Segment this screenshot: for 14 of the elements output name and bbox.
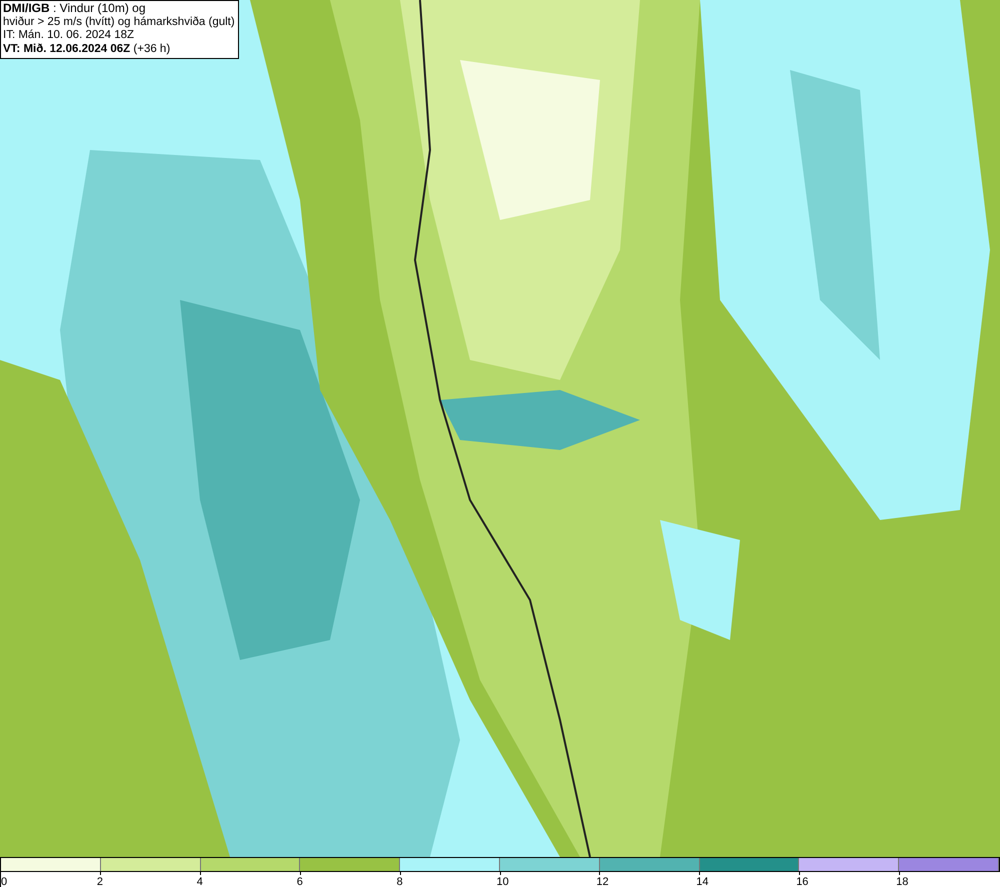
scale-label: 2: [96, 877, 104, 887]
scale-label: 10: [496, 877, 509, 887]
scale-label: 16: [796, 877, 808, 887]
title-line: DMI/IGB : Vindur (10m) og: [3, 2, 146, 16]
title-line: VT: Mið. 12.06.2024 06Z (+36 h): [3, 42, 172, 56]
title-line: hviður > 25 m/s (hvítt) og hámarkshviða (gult): [3, 16, 235, 29]
scale-label: 6: [296, 877, 303, 887]
scale-label: 18: [896, 877, 908, 887]
scale-label: 0: [1, 877, 8, 887]
scale-label: 14: [696, 877, 709, 887]
title-line: IT: Mán. 10. 06. 2024 18Z: [3, 29, 136, 42]
scale-label: 8: [396, 877, 403, 887]
scale-label: 4: [196, 877, 203, 887]
scale-label: 12: [596, 877, 609, 887]
